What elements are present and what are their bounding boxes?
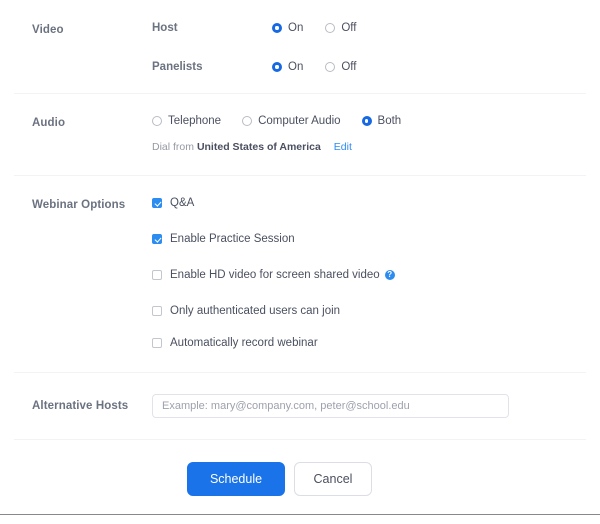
video-panelists-radio-on[interactable]: On <box>272 59 303 75</box>
radio-icon-selected[interactable] <box>272 23 282 33</box>
audio-radio-telephone-label: Telephone <box>168 113 221 129</box>
checkbox-icon-unchecked[interactable] <box>152 306 162 316</box>
section-video: Video Host On Off Panelists <box>0 0 600 93</box>
dial-from-edit-link[interactable]: Edit <box>334 141 352 153</box>
alternative-hosts-fields <box>152 394 600 418</box>
video-panelists-radio-off-label: Off <box>341 59 356 75</box>
schedule-button[interactable]: Schedule <box>187 462 285 496</box>
section-audio: Audio Telephone Computer Audio Both Dial… <box>0 94 600 175</box>
help-icon[interactable]: ? <box>385 270 395 280</box>
section-webinar-options: Webinar Options Q&A Enable Practice Sess… <box>0 176 600 372</box>
checkbox-icon-checked[interactable] <box>152 198 162 208</box>
checkbox-row-enable-practice-session[interactable]: Enable Practice Session <box>152 231 580 247</box>
checkbox-label-enable-practice-session: Enable Practice Session <box>170 231 295 247</box>
section-alternative-hosts: Alternative Hosts <box>0 373 600 439</box>
checkbox-label-only-authenticated-users: Only authenticated users can join <box>170 303 340 319</box>
video-host-radio-off-label: Off <box>341 20 356 36</box>
audio-radio-both-label: Both <box>378 113 402 129</box>
video-host-radio-on[interactable]: On <box>272 20 303 36</box>
checkbox-label-automatically-record-webinar: Automatically record webinar <box>170 335 318 351</box>
audio-radio-computer-audio[interactable]: Computer Audio <box>242 113 340 129</box>
radio-icon-unselected[interactable] <box>242 116 252 126</box>
checkbox-row-automatically-record-webinar[interactable]: Automatically record webinar <box>152 335 580 351</box>
video-host-radio-off[interactable]: Off <box>325 20 356 36</box>
schedule-webinar-form: Video Host On Off Panelists <box>0 0 600 524</box>
checkbox-row-qa[interactable]: Q&A <box>152 195 580 211</box>
alternative-hosts-input[interactable] <box>152 394 509 418</box>
radio-icon-selected[interactable] <box>362 116 372 126</box>
dial-from-prefix: Dial from <box>152 141 194 153</box>
section-label-audio: Audio <box>0 113 152 131</box>
section-label-webinar-options: Webinar Options <box>0 195 152 213</box>
video-host-radio-group: On Off <box>272 20 356 36</box>
video-fields: Host On Off Panelists <box>152 20 600 75</box>
form-actions: Schedule Cancel <box>0 440 600 496</box>
video-panelists-label: Panelists <box>152 59 272 75</box>
checkbox-row-only-authenticated-users[interactable]: Only authenticated users can join <box>152 303 580 319</box>
radio-icon-unselected[interactable] <box>325 62 335 72</box>
checkbox-row-enable-hd-video[interactable]: Enable HD video for screen shared video … <box>152 267 580 283</box>
radio-icon-unselected[interactable] <box>325 23 335 33</box>
radio-icon-selected[interactable] <box>272 62 282 72</box>
audio-radio-telephone[interactable]: Telephone <box>152 113 221 129</box>
section-label-video: Video <box>0 20 152 38</box>
video-panelists-radio-on-label: On <box>288 59 303 75</box>
video-row-panelists: Panelists On Off <box>152 59 580 75</box>
audio-radio-group: Telephone Computer Audio Both <box>152 113 580 129</box>
cancel-button[interactable]: Cancel <box>294 462 372 496</box>
video-panelists-radio-group: On Off <box>272 59 356 75</box>
video-row-host: Host On Off <box>152 20 580 36</box>
video-panelists-radio-off[interactable]: Off <box>325 59 356 75</box>
checkbox-icon-unchecked[interactable] <box>152 338 162 348</box>
video-host-label: Host <box>152 20 272 36</box>
webinar-options-fields: Q&A Enable Practice Session Enable HD vi… <box>152 195 600 351</box>
checkbox-label-qa: Q&A <box>170 195 194 211</box>
section-label-alternative-hosts: Alternative Hosts <box>0 398 152 414</box>
audio-dial-from-line: Dial from United States of America Edit <box>152 140 580 154</box>
audio-radio-computer-audio-label: Computer Audio <box>258 113 340 129</box>
audio-radio-both[interactable]: Both <box>362 113 402 129</box>
checkbox-icon-checked[interactable] <box>152 234 162 244</box>
video-host-radio-on-label: On <box>288 20 303 36</box>
checkbox-label-enable-hd-video: Enable HD video for screen shared video <box>170 267 380 283</box>
radio-icon-unselected[interactable] <box>152 116 162 126</box>
audio-fields: Telephone Computer Audio Both Dial from … <box>152 113 600 154</box>
dial-from-country: United States of America <box>197 141 321 153</box>
checkbox-icon-unchecked[interactable] <box>152 270 162 280</box>
bottom-rule <box>0 514 600 515</box>
